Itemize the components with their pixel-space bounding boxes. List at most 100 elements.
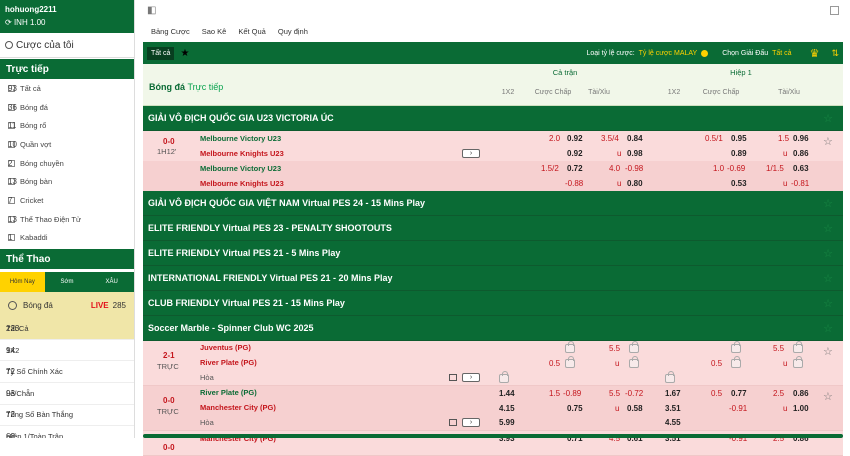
- odds[interactable]: 0.63: [793, 164, 809, 173]
- odds[interactable]: 0.86: [793, 149, 809, 158]
- nav-statement[interactable]: Sao Kê: [202, 27, 227, 36]
- tab-parlay[interactable]: XÂU: [89, 272, 134, 293]
- odds[interactable]: 1.44: [499, 389, 515, 398]
- bet-type-item[interactable]: Lẻ/Chẵn 93: [0, 383, 134, 405]
- live-sport-item[interactable]: Tất cả 93: [0, 79, 134, 98]
- star-icon[interactable]: ☆: [823, 222, 833, 235]
- league-select[interactable]: Tất cả: [772, 50, 791, 57]
- odds[interactable]: 3.5/4: [601, 134, 619, 143]
- star-icon[interactable]: ☆: [823, 135, 833, 148]
- league-header[interactable]: ELITE FRIENDLY Virtual PES 23 - PENALTY …: [143, 216, 843, 241]
- odds[interactable]: -0.81: [791, 179, 809, 188]
- mail-icon[interactable]: [830, 5, 839, 15]
- odds[interactable]: 0.75: [567, 404, 583, 413]
- odds[interactable]: u: [783, 149, 787, 158]
- odds[interactable]: 1.5: [778, 134, 789, 143]
- odds[interactable]: 0.80: [627, 179, 643, 188]
- live-sport-item[interactable]: Bóng đá 36: [0, 98, 134, 117]
- odds[interactable]: u: [617, 149, 621, 158]
- live-sport-item[interactable]: Kabaddi 1: [0, 229, 134, 248]
- odds[interactable]: -0.89: [563, 389, 581, 398]
- odds[interactable]: 1.0: [713, 164, 724, 173]
- bet-type-item[interactable]: 1X2 94: [0, 340, 134, 362]
- monitor-icon[interactable]: [449, 374, 457, 381]
- stream-button[interactable]: ›: [462, 373, 480, 382]
- star-icon[interactable]: ☆: [823, 345, 833, 358]
- odds[interactable]: 5.5: [609, 389, 620, 398]
- league-header[interactable]: GIẢI VÔ ĐỊCH QUỐC GIA U23 VICTORIA ÚC ☆: [143, 106, 843, 131]
- bet-type-item[interactable]: Hiệp 1/Toàn Trận 68: [0, 426, 134, 438]
- trophy-icon[interactable]: ♛: [810, 47, 820, 60]
- stream-button[interactable]: ›: [462, 418, 480, 427]
- live-sport-item[interactable]: Bóng bàn 13: [0, 172, 134, 191]
- odds[interactable]: 2.0: [549, 134, 560, 143]
- odds[interactable]: 0.96: [793, 134, 809, 143]
- all-button[interactable]: Tất cả: [147, 46, 175, 60]
- odds[interactable]: 0.92: [567, 134, 583, 143]
- odds[interactable]: 0.84: [627, 134, 643, 143]
- odds[interactable]: 0.77: [731, 389, 747, 398]
- odds[interactable]: 0.5: [711, 359, 722, 368]
- odds[interactable]: -0.72: [625, 389, 643, 398]
- odds[interactable]: 0.5: [711, 389, 722, 398]
- horizontal-scrollbar[interactable]: [143, 434, 843, 438]
- odds[interactable]: 1.5/2: [541, 164, 559, 173]
- league-header[interactable]: Soccer Marble - Spinner Club WC 2025 ☆: [143, 316, 843, 341]
- favorite-star-icon[interactable]: ★: [180, 48, 189, 59]
- odds[interactable]: 0.89: [731, 149, 747, 158]
- odds[interactable]: 5.5: [609, 344, 620, 353]
- star-icon[interactable]: ☆: [823, 247, 833, 260]
- star-icon[interactable]: ☆: [823, 390, 833, 403]
- live-sport-item[interactable]: Thể Thao Điện Tử 13: [0, 210, 134, 229]
- tab-today[interactable]: Hôm Nay: [0, 272, 45, 293]
- odds[interactable]: 2.5: [773, 389, 784, 398]
- odds-type-select[interactable]: Tỷ lệ cược MALAY: [639, 50, 698, 57]
- odds[interactable]: 4.55: [665, 418, 681, 427]
- odds[interactable]: u: [615, 404, 619, 413]
- odds[interactable]: 5.5: [773, 344, 784, 353]
- live-sport-item[interactable]: Bóng rổ 11: [0, 116, 134, 135]
- nav-rules[interactable]: Quy định: [278, 27, 308, 36]
- stream-button[interactable]: ›: [462, 149, 480, 158]
- nav-betting-board[interactable]: Bảng Cược: [151, 27, 190, 36]
- odds[interactable]: u: [783, 404, 787, 413]
- league-header[interactable]: CLUB FRIENDLY Virtual PES 21 - 15 Mins P…: [143, 291, 843, 316]
- odds[interactable]: 0.72: [567, 164, 583, 173]
- my-bets-link[interactable]: Cược của tôi: [0, 33, 134, 58]
- star-icon[interactable]: ☆: [823, 272, 833, 285]
- odds[interactable]: 1.5: [549, 389, 560, 398]
- odds[interactable]: -0.98: [625, 164, 643, 173]
- bet-type-item[interactable]: Tất Cả 223: [0, 318, 134, 340]
- odds[interactable]: 5.99: [499, 418, 515, 427]
- odds[interactable]: -0.88: [565, 179, 583, 188]
- collapse-icon[interactable]: ◧: [147, 5, 156, 16]
- odds[interactable]: 1.67: [665, 389, 681, 398]
- odds[interactable]: 0.58: [627, 404, 643, 413]
- odds[interactable]: u: [783, 179, 787, 188]
- star-icon[interactable]: ☆: [823, 112, 833, 125]
- odds[interactable]: -0.69: [727, 164, 745, 173]
- odds[interactable]: 1.00: [793, 404, 809, 413]
- star-icon[interactable]: ☆: [823, 297, 833, 310]
- nav-results[interactable]: Kết Quả: [238, 27, 266, 36]
- live-sport-item[interactable]: Quần vợt 10: [0, 135, 134, 154]
- league-header[interactable]: INTERNATIONAL FRIENDLY Virtual PES 21 - …: [143, 266, 843, 291]
- star-icon[interactable]: ☆: [823, 197, 833, 210]
- bet-type-item[interactable]: Tỷ Số Chính Xác 72: [0, 361, 134, 383]
- odds[interactable]: 0.5/1: [705, 134, 723, 143]
- odds[interactable]: 0.92: [567, 149, 583, 158]
- monitor-icon[interactable]: [449, 419, 457, 426]
- odds[interactable]: 0.86: [793, 389, 809, 398]
- live-sport-item[interactable]: Bóng chuyền 2: [0, 154, 134, 173]
- odds[interactable]: 1/1.5: [766, 164, 784, 173]
- sport-item-soccer[interactable]: Bóng đá LIVE 285: [0, 292, 134, 319]
- refresh-icon[interactable]: ⟳: [5, 18, 12, 27]
- odds[interactable]: u: [783, 359, 787, 368]
- odds[interactable]: u: [617, 179, 621, 188]
- odds[interactable]: 4.15: [499, 404, 515, 413]
- bet-type-item[interactable]: Tổng Số Bàn Thắng 72: [0, 405, 134, 427]
- odds[interactable]: 0.98: [627, 149, 643, 158]
- live-sport-item[interactable]: Cricket 7: [0, 191, 134, 210]
- league-header[interactable]: GIẢI VÔ ĐỊCH QUỐC GIA VIỆT NAM Virtual P…: [143, 191, 843, 216]
- odds[interactable]: 4.0: [609, 164, 620, 173]
